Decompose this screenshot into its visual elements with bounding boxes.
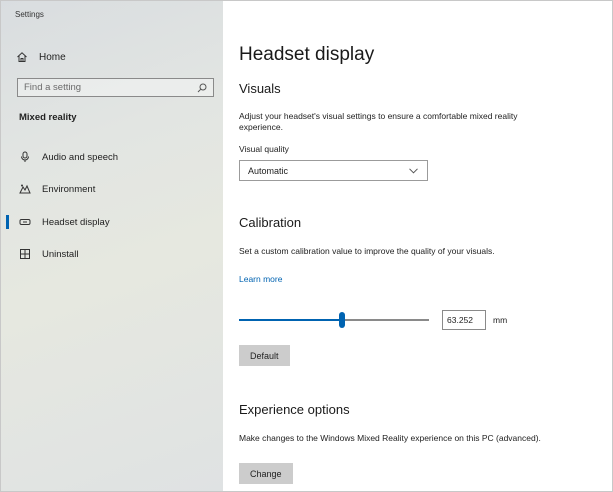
microphone-icon — [19, 151, 31, 163]
sidebar: Settings Home Mixed reality Audio and sp… — [1, 1, 223, 491]
environment-icon — [19, 183, 31, 195]
search-icon[interactable] — [197, 83, 207, 93]
home-icon — [15, 50, 29, 64]
learn-more-link[interactable]: Learn more — [239, 274, 282, 284]
nav-home[interactable]: Home — [15, 48, 66, 66]
section-title: Mixed reality — [19, 112, 77, 123]
uninstall-icon — [19, 248, 31, 260]
slider-thumb[interactable] — [338, 312, 345, 328]
calibration-heading: Calibration — [239, 215, 302, 230]
calibration-unit: mm — [493, 315, 508, 325]
visual-quality-label: Visual quality — [239, 144, 289, 154]
app-title: Settings — [15, 10, 44, 19]
sidebar-item-headset-display[interactable]: Headset display — [1, 212, 223, 232]
calibration-slider[interactable] — [239, 312, 429, 328]
calibration-value-input[interactable] — [442, 310, 486, 330]
search-box[interactable] — [17, 78, 214, 97]
headset-icon — [19, 216, 31, 228]
visual-quality-dropdown[interactable]: Automatic — [239, 160, 428, 181]
calibration-description: Set a custom calibration value to improv… — [239, 246, 495, 256]
slider-fill — [239, 319, 342, 321]
chevron-down-icon — [409, 167, 418, 174]
sidebar-item-audio-and-speech[interactable]: Audio and speech — [1, 147, 223, 167]
visual-quality-value: Automatic — [248, 165, 289, 176]
settings-window: Settings Home Mixed reality Audio and sp… — [0, 0, 613, 492]
sidebar-item-label: Uninstall — [42, 248, 79, 260]
experience-options-heading: Experience options — [239, 402, 350, 417]
search-input[interactable] — [24, 82, 197, 93]
visuals-heading: Visuals — [239, 81, 281, 96]
page-title: Headset display — [239, 44, 375, 65]
sidebar-item-label: Environment — [42, 183, 96, 195]
sidebar-item-uninstall[interactable]: Uninstall — [1, 244, 223, 264]
sidebar-item-label: Audio and speech — [42, 151, 119, 163]
change-button[interactable]: Change — [239, 463, 293, 484]
nav-home-label: Home — [39, 51, 66, 63]
sidebar-item-environment[interactable]: Environment — [1, 179, 223, 199]
experience-options-description: Make changes to the Windows Mixed Realit… — [239, 433, 541, 443]
default-button[interactable]: Default — [239, 345, 290, 366]
sidebar-item-label: Headset display — [42, 216, 110, 228]
visuals-description: Adjust your headset's visual settings to… — [239, 111, 518, 132]
